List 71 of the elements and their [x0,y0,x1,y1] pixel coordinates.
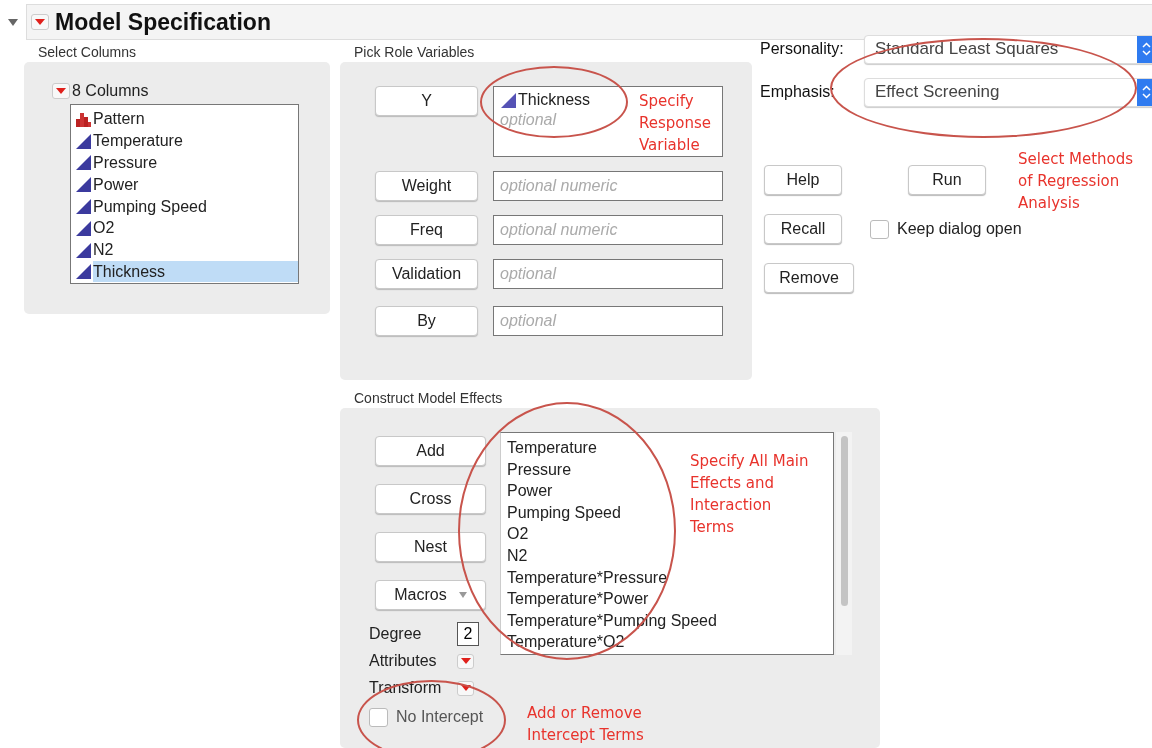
effect-button[interactable]: Add [375,436,486,466]
checkbox-label: Keep dialog open [897,220,1022,238]
triangle-icon [75,263,91,280]
section-label: Pick Role Variables [353,43,476,62]
triangle-icon [75,176,91,193]
effect-item[interactable]: Power [507,480,553,502]
report-title: Model Specification [55,8,271,36]
column-item[interactable]: N2 [93,239,298,261]
menu-dropdown-icon[interactable] [31,14,49,30]
effect-item[interactable]: Temperature*Power [507,588,649,610]
scrollbar[interactable] [836,432,852,655]
help-button[interactable]: Help [764,165,842,195]
role-button[interactable]: Freq [375,215,478,245]
option-label: Attributes [369,652,438,670]
effect-button[interactable]: Cross [375,484,486,514]
role-item[interactable]: Thickness [518,90,591,109]
menu-button[interactable]: Macros [375,580,486,610]
annotation-text: Select Methods of Regression Analysis [1018,149,1134,214]
checkbox[interactable] [369,707,388,727]
disclosure-triangle-icon[interactable] [8,17,18,27]
section-label: Select Columns [37,43,138,62]
role-button[interactable]: By [375,306,478,336]
emphasis-select[interactable]: Effect Screening [864,77,1152,107]
recall-button[interactable]: Recall [764,214,842,244]
triangle-icon [75,132,91,149]
role-button[interactable]: Weight [375,171,478,201]
effect-button[interactable]: Nest [375,532,486,562]
column-item[interactable]: Pressure [93,152,298,173]
menu-dropdown-icon[interactable] [457,680,474,696]
checkbox-label: No Intercept [396,708,484,726]
triangle-icon [75,154,91,171]
triangle-icon [500,91,516,108]
bar-chart-icon [75,110,91,127]
placeholder-text: optional [500,110,557,129]
role-button[interactable]: Y [375,86,478,116]
column-item[interactable]: O2 [93,217,298,239]
checkbox[interactable] [870,219,889,239]
column-item[interactable]: Pattern [93,108,298,130]
run-button[interactable]: Run [908,165,986,195]
effect-item[interactable]: N2 [507,544,528,567]
triangle-icon [75,241,91,258]
effect-item[interactable]: Pressure [507,458,572,481]
annotation-text: Specify All Main Effects and Interaction Terms [690,451,809,538]
effect-item[interactable]: Temperature*Pressure [507,566,668,589]
role-button[interactable]: Validation [375,259,478,289]
degree-label: Degree [369,625,423,643]
effect-item[interactable]: Temperature [507,437,597,459]
triangle-icon [75,198,91,215]
column-item[interactable]: Pumping Speed [93,195,298,217]
role-field[interactable]: optional numeric [493,171,723,201]
effect-item[interactable]: Pumping Speed [507,501,621,524]
section-label: Construct Model Effects [353,389,504,408]
role-field[interactable]: optional numeric [493,215,723,245]
role-field[interactable]: optional [493,306,723,336]
menu-dropdown-icon[interactable] [457,653,474,669]
triangle-icon [75,219,91,236]
column-item[interactable]: Thickness [93,260,298,282]
stepper-icon [1141,42,1151,56]
caret-icon [458,592,467,598]
role-field[interactable]: optional [493,259,723,289]
column-group-label: 8 Columns [72,82,149,100]
column-item[interactable]: Temperature [93,130,298,152]
remove-button[interactable]: Remove [764,263,854,293]
effect-item[interactable]: O2 [507,523,529,545]
degree-field[interactable]: 2 [457,622,479,646]
field-label: Personality: [760,40,845,58]
menu-dropdown-icon[interactable] [52,83,70,99]
annotation-text: Specify Response Variable [639,91,712,156]
stepper-icon [1141,85,1151,99]
column-item[interactable]: Power [93,173,298,195]
annotation-text: Add or Remove Intercept Terms [527,703,644,746]
